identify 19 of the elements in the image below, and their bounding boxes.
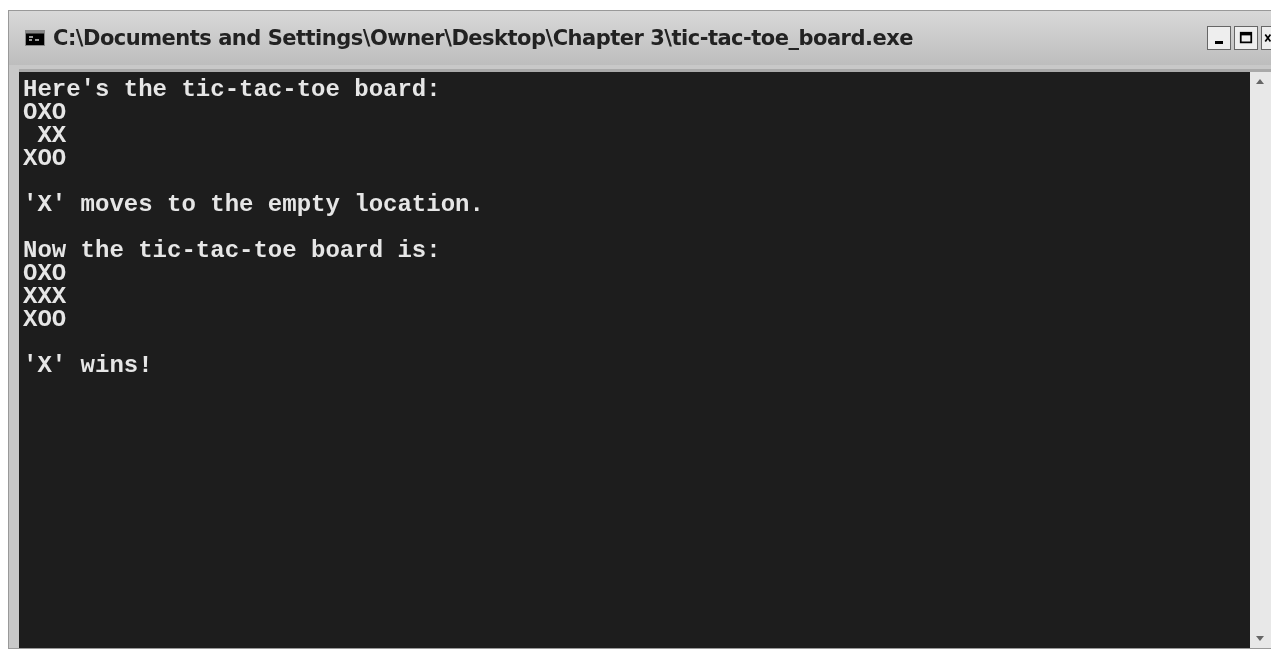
maximize-icon xyxy=(1239,31,1253,45)
console-line: XXX xyxy=(23,285,67,308)
scrollbar[interactable] xyxy=(1250,72,1271,648)
console-line: Now the tic-tac-toe board is: xyxy=(23,239,441,262)
window-title: C:\Documents and Settings\Owner\Desktop\Chapter 3\tic-tac-toe_board.exe xyxy=(53,26,914,50)
close-icon xyxy=(1262,31,1271,45)
console-icon xyxy=(25,30,45,46)
minimize-button[interactable] xyxy=(1207,26,1231,50)
console-line: OXO xyxy=(23,262,67,285)
minimize-icon xyxy=(1215,40,1223,44)
console-line: XOO xyxy=(23,147,67,170)
console-line: XOO xyxy=(23,308,67,331)
console-line: OXO xyxy=(23,101,67,124)
console-line: 'X' moves to the empty location. xyxy=(23,193,484,216)
maximize-button[interactable] xyxy=(1234,26,1258,50)
console-line: XX xyxy=(36,124,67,147)
console-line: Here's the tic-tac-toe board: xyxy=(23,78,441,101)
console-line: 'X' wins! xyxy=(23,354,153,377)
close-button[interactable] xyxy=(1261,26,1271,50)
